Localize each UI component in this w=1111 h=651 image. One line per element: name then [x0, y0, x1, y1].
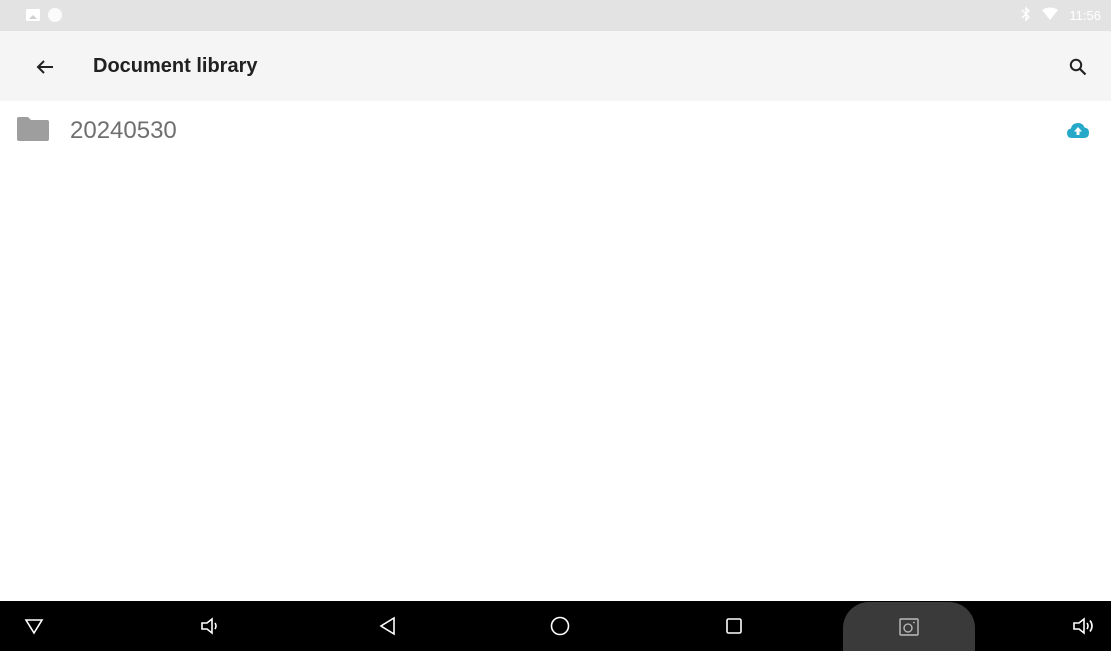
recents-square-icon [726, 618, 742, 634]
file-list: 20240530 [0, 101, 1111, 601]
upload-button[interactable] [1063, 115, 1093, 145]
clock-time: 11:56 [1069, 8, 1101, 23]
navigation-bar [0, 601, 1111, 651]
hide-bar-icon [24, 619, 44, 635]
folder-name: 20240530 [70, 117, 177, 144]
folder-icon [17, 117, 49, 141]
image-notification-icon [26, 9, 40, 21]
list-item[interactable]: 20240530 [0, 109, 1111, 153]
volume-up-button[interactable] [1068, 611, 1100, 641]
status-bar: 11:56 [0, 0, 1111, 31]
screenshot-icon [899, 618, 919, 636]
volume-down-icon [201, 617, 217, 635]
notification-icons [26, 8, 62, 22]
hide-bar-button[interactable] [18, 611, 50, 641]
system-status-icons: 11:56 [1021, 6, 1101, 25]
app-toolbar: Document library [0, 31, 1111, 101]
page-title: Document library [93, 55, 258, 77]
volume-down-button[interactable] [194, 611, 226, 641]
circle-notification-icon [48, 8, 62, 22]
recents-button[interactable] [718, 611, 750, 641]
back-button[interactable] [30, 52, 60, 82]
home-circle-icon [550, 616, 570, 636]
back-triangle-icon [379, 616, 395, 636]
home-button[interactable] [544, 611, 576, 641]
screenshot-button[interactable] [843, 602, 975, 651]
cloud-upload-icon [1067, 123, 1089, 138]
search-button[interactable] [1063, 52, 1093, 82]
back-nav-button[interactable] [372, 611, 404, 641]
bluetooth-icon [1021, 6, 1031, 25]
volume-up-icon [1073, 617, 1093, 635]
arrow-left-icon [36, 60, 53, 74]
wifi-icon [1041, 7, 1059, 24]
search-icon [1069, 58, 1087, 76]
